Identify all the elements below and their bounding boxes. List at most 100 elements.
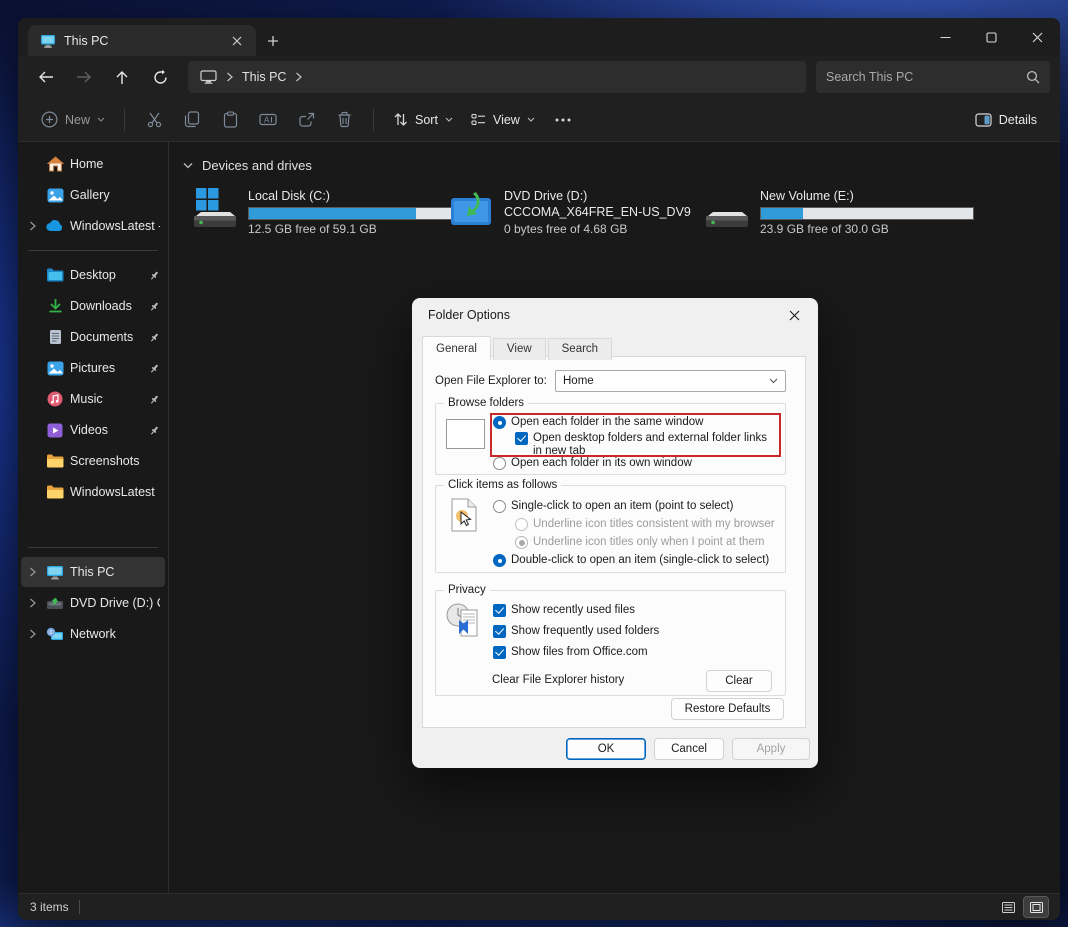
new-button-label: New xyxy=(65,113,90,127)
folder-icon xyxy=(45,451,65,471)
sidebar-item-network[interactable]: Network xyxy=(21,619,165,649)
view-button-label: View xyxy=(493,113,520,127)
search-icon[interactable] xyxy=(1026,70,1040,84)
pin-icon xyxy=(149,270,160,281)
folder-options-dialog: Folder Options General View Search Open … xyxy=(412,298,818,768)
sidebar-item-gallery[interactable]: Gallery xyxy=(21,180,165,210)
drive-local-disk-c[interactable]: Local Disk (C:) 12.5 GB free of 59.1 GB xyxy=(192,188,448,236)
drive-usage-bar xyxy=(760,207,974,220)
share-button[interactable] xyxy=(287,103,325,137)
tab-view[interactable]: View xyxy=(493,338,546,360)
new-tab-button[interactable] xyxy=(256,25,290,56)
view-button[interactable]: View xyxy=(462,103,544,137)
sidebar-item-downloads[interactable]: Downloads xyxy=(21,291,165,321)
drive-name: Local Disk (C:) xyxy=(248,188,462,204)
expand-chevron-icon[interactable] xyxy=(25,567,40,577)
rename-button[interactable]: A xyxy=(249,103,287,137)
copy-button[interactable] xyxy=(173,103,211,137)
search-input[interactable] xyxy=(826,70,1026,84)
sidebar-item-pictures[interactable]: Pictures xyxy=(21,353,165,383)
documents-icon xyxy=(45,327,65,347)
refresh-icon[interactable] xyxy=(142,61,178,93)
details-button[interactable]: Details xyxy=(966,103,1046,137)
sidebar-item-videos[interactable]: Videos xyxy=(21,415,165,445)
new-button[interactable]: New xyxy=(32,103,114,137)
cancel-button[interactable]: Cancel xyxy=(654,738,724,760)
checkbox-checked-icon xyxy=(493,646,506,659)
ok-button[interactable]: OK xyxy=(566,738,646,760)
drive-free-space: 12.5 GB free of 59.1 GB xyxy=(248,222,462,236)
drive-new-volume-e[interactable]: New Volume (E:) 23.9 GB free of 30.0 GB xyxy=(704,188,960,236)
paste-button[interactable] xyxy=(211,103,249,137)
command-bar: New A Sort View xyxy=(18,98,1060,142)
radio-off-icon xyxy=(493,500,506,513)
sidebar-item-screenshots[interactable]: Screenshots xyxy=(21,446,165,476)
sidebar-item-windowslatest[interactable]: WindowsLatest xyxy=(21,477,165,507)
radio-single-click[interactable]: Single-click to open an item (point to s… xyxy=(493,500,733,513)
forward-icon[interactable] xyxy=(66,61,102,93)
privacy-icon xyxy=(445,602,483,640)
checkbox-frequent-folders[interactable]: Show frequently used folders xyxy=(493,625,659,638)
gallery-icon xyxy=(45,185,65,205)
expand-chevron-icon[interactable] xyxy=(25,598,40,608)
minimize-button[interactable] xyxy=(922,20,968,54)
close-button[interactable] xyxy=(1014,20,1060,54)
expand-chevron-icon[interactable] xyxy=(25,221,40,231)
radio-own-window[interactable]: Open each folder in its own window xyxy=(493,457,692,470)
dvd-disc-icon xyxy=(448,188,494,230)
sidebar-item-documents[interactable]: Documents xyxy=(21,322,165,352)
sidebar-item-label: WindowsLatest - Pe xyxy=(70,219,160,233)
section-devices-and-drives[interactable]: Devices and drives xyxy=(183,158,1060,173)
thumbnail-view-toggle[interactable] xyxy=(1024,897,1048,917)
checkbox-recent-files[interactable]: Show recently used files xyxy=(493,604,635,617)
sidebar-item-music[interactable]: Music xyxy=(21,384,165,414)
toolbar-separator xyxy=(124,109,125,131)
radio-double-click[interactable]: Double-click to open an item (single-cli… xyxy=(493,554,769,567)
toolbar-separator xyxy=(373,109,374,131)
share-icon xyxy=(298,112,315,128)
sidebar-item-home[interactable]: Home xyxy=(21,149,165,179)
sidebar-item-onedrive[interactable]: WindowsLatest - Pe xyxy=(21,211,165,241)
tab-this-pc[interactable]: This PC xyxy=(28,25,256,56)
videos-icon xyxy=(45,420,65,440)
tab-general[interactable]: General xyxy=(422,336,491,360)
expand-chevron-icon[interactable] xyxy=(25,629,40,639)
tab-bar: This PC xyxy=(18,18,1060,56)
clear-button[interactable]: Clear xyxy=(706,670,772,692)
address-bar[interactable]: This PC xyxy=(188,61,806,93)
dialog-close-icon[interactable] xyxy=(774,300,814,330)
more-options-button[interactable] xyxy=(544,103,582,137)
sidebar-item-dvd-drive[interactable]: DVD Drive (D:) CCC xyxy=(21,588,165,618)
sidebar-item-label: Gallery xyxy=(70,188,110,202)
cut-button[interactable] xyxy=(135,103,173,137)
local-disk-icon xyxy=(192,188,238,230)
this-pc-icon xyxy=(45,562,65,582)
sidebar-separator xyxy=(28,250,158,251)
apply-button: Apply xyxy=(732,738,810,760)
radio-disabled-selected-icon xyxy=(515,536,528,549)
tab-search[interactable]: Search xyxy=(548,338,612,360)
items-count: 3 items xyxy=(30,900,69,914)
up-icon[interactable] xyxy=(104,61,140,93)
breadcrumb-this-pc[interactable]: This PC xyxy=(242,70,286,84)
maximize-button[interactable] xyxy=(968,20,1014,54)
back-icon[interactable] xyxy=(28,61,64,93)
details-view-toggle[interactable] xyxy=(996,897,1020,917)
sort-button[interactable]: Sort xyxy=(384,103,462,137)
annotation-highlight-box xyxy=(490,413,781,457)
view-icon xyxy=(471,113,486,126)
restore-defaults-button[interactable]: Restore Defaults xyxy=(671,698,784,720)
more-icon xyxy=(555,118,571,122)
checkbox-office-files[interactable]: Show files from Office.com xyxy=(493,646,648,659)
details-panel-icon xyxy=(975,113,992,127)
drive-dvd-d[interactable]: DVD Drive (D:) CCCOMA_X64FRE_EN-US_DV9 0… xyxy=(448,188,704,236)
sidebar-separator xyxy=(28,547,158,548)
sidebar-item-this-pc[interactable]: This PC xyxy=(21,557,165,587)
tab-close-icon[interactable] xyxy=(226,30,248,52)
chevron-down-icon xyxy=(97,117,105,122)
drive-free-space: 0 bytes free of 4.68 GB xyxy=(504,222,691,236)
browse-folders-group: Browse folders Open each folder in the s… xyxy=(435,403,786,475)
sidebar-item-desktop[interactable]: Desktop xyxy=(21,260,165,290)
delete-button[interactable] xyxy=(325,103,363,137)
open-to-dropdown[interactable]: Home xyxy=(555,370,786,392)
